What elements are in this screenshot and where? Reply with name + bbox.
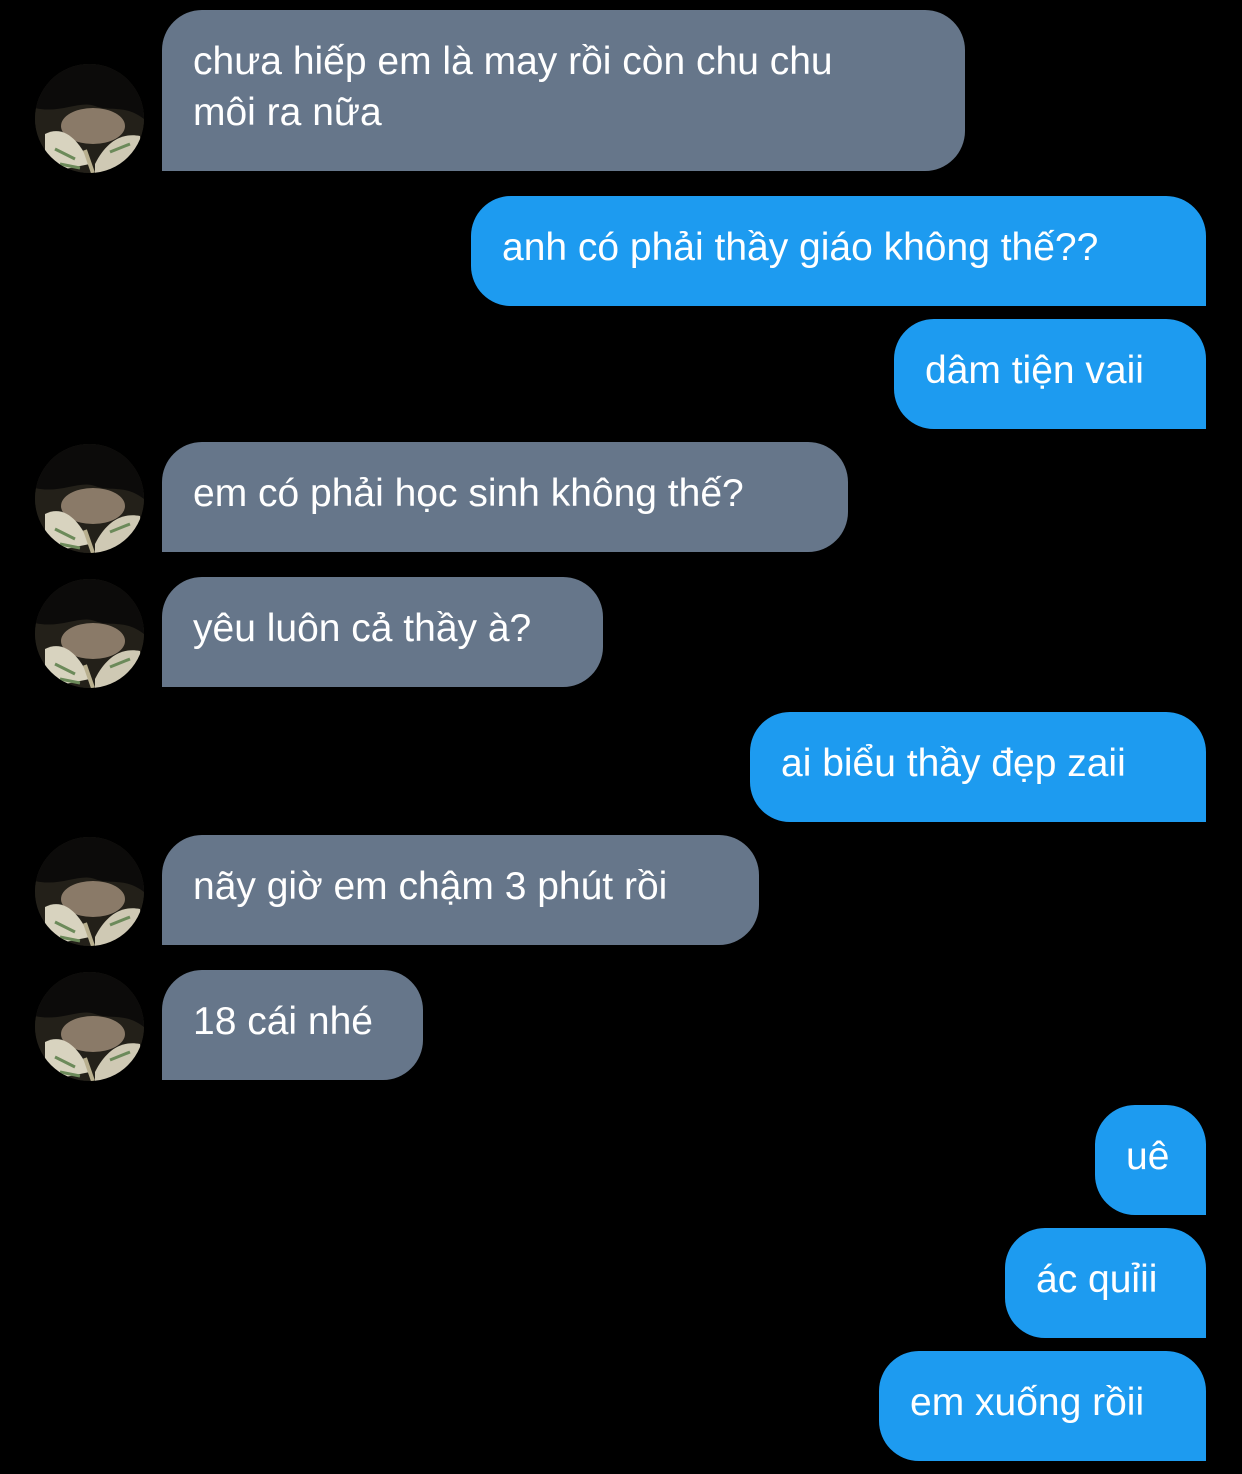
message-text: uê: [1126, 1135, 1170, 1178]
contact-avatar[interactable]: [35, 579, 144, 688]
message-text: nãy giờ em chậm 3 phút rồi: [193, 865, 668, 908]
message-text: ác quỉii: [1036, 1258, 1158, 1301]
avatar-image: [35, 837, 144, 946]
contact-avatar[interactable]: [35, 837, 144, 946]
outgoing-message[interactable]: uê: [1095, 1105, 1206, 1215]
outgoing-message[interactable]: anh có phải thầy giáo không thế??: [471, 196, 1206, 306]
outgoing-message[interactable]: em xuống rồii: [879, 1351, 1206, 1461]
contact-avatar[interactable]: [35, 444, 144, 553]
incoming-message[interactable]: yêu luôn cả thầy à?: [162, 577, 603, 687]
avatar-image: [35, 64, 144, 173]
message-text: ai biểu thầy đẹp zaii: [781, 742, 1126, 785]
avatar-image: [35, 972, 144, 1081]
message-text: chưa hiếp em là may rồi còn chu chu: [193, 40, 833, 83]
contact-avatar[interactable]: [35, 64, 144, 173]
incoming-message[interactable]: chưa hiếp em là may rồi còn chu chu môi …: [162, 10, 965, 171]
avatar-image: [35, 579, 144, 688]
incoming-message[interactable]: 18 cái nhé: [162, 970, 423, 1080]
outgoing-message[interactable]: dâm tiện vaii: [894, 319, 1206, 429]
incoming-message[interactable]: em có phải học sinh không thế?: [162, 442, 848, 552]
message-text-line2: môi ra nữa: [193, 91, 382, 134]
message-text: em xuống rồii: [910, 1381, 1145, 1424]
contact-avatar[interactable]: [35, 972, 144, 1081]
message-text: yêu luôn cả thầy à?: [193, 607, 532, 650]
message-text: em có phải học sinh không thế?: [193, 472, 744, 515]
outgoing-message[interactable]: ác quỉii: [1005, 1228, 1206, 1338]
incoming-message[interactable]: nãy giờ em chậm 3 phút rồi: [162, 835, 759, 945]
avatar-image: [35, 444, 144, 553]
message-text: dâm tiện vaii: [925, 349, 1144, 392]
outgoing-message[interactable]: ai biểu thầy đẹp zaii: [750, 712, 1206, 822]
message-text: anh có phải thầy giáo không thế??: [502, 226, 1099, 269]
message-text: 18 cái nhé: [193, 1000, 373, 1043]
